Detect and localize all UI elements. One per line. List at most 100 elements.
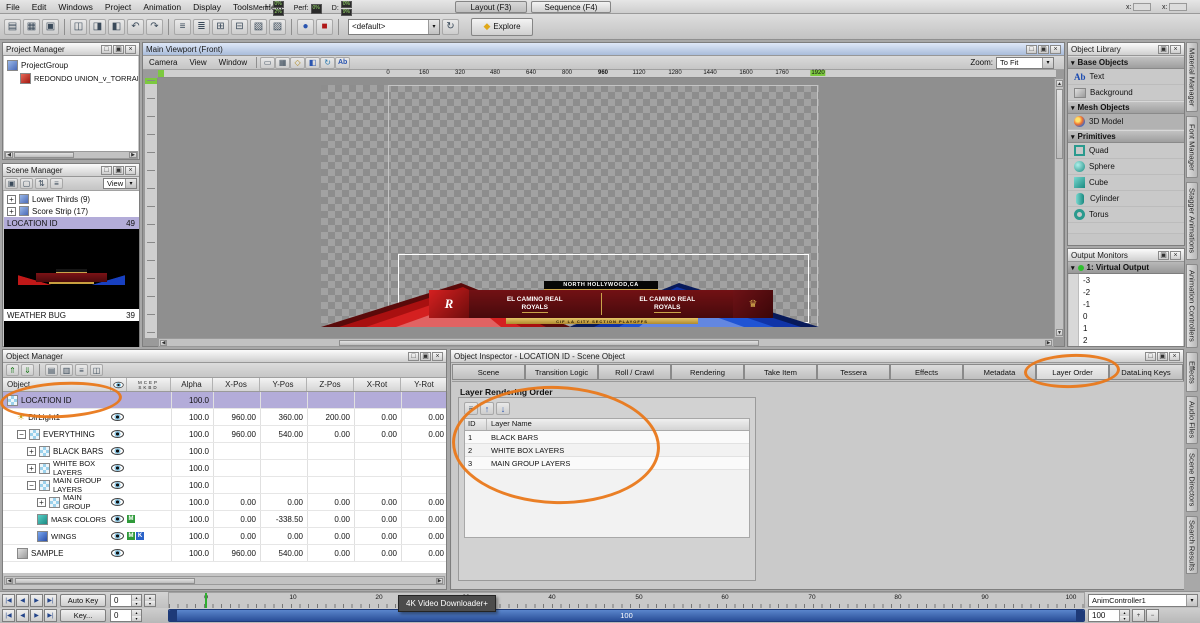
ungroup-icon[interactable]: ⊟: [231, 18, 248, 35]
list-icon[interactable]: ≡: [50, 178, 63, 189]
close-icon[interactable]: [1050, 44, 1061, 54]
tab-layer-order[interactable]: Layer Order: [1036, 364, 1109, 380]
dock-button[interactable]: [1157, 351, 1168, 361]
step-back-button[interactable]: ◀: [16, 594, 29, 607]
column-yrot[interactable]: Y-Rot: [414, 380, 434, 389]
tab-rendering[interactable]: Rendering: [671, 364, 744, 380]
library-item-cylinder[interactable]: Cylinder: [1068, 191, 1184, 207]
menu-file[interactable]: File: [0, 2, 26, 12]
chevron-down-icon[interactable]: [1186, 595, 1197, 606]
tab-transition-logic[interactable]: Transition Logic: [525, 364, 598, 380]
library-item-torus[interactable]: Torus: [1068, 207, 1184, 223]
layer-row[interactable]: 3 MAIN GROUP LAYERS: [465, 457, 749, 470]
step-back-button[interactable]: ◀: [16, 609, 29, 622]
new-group-icon[interactable]: ▣: [5, 178, 18, 189]
visibility-eye-icon[interactable]: [111, 498, 124, 506]
library-item-quad[interactable]: Quad: [1068, 143, 1184, 159]
menu-animation[interactable]: Animation: [137, 2, 187, 12]
visibility-eye-icon[interactable]: [111, 413, 124, 421]
expander-icon[interactable]: [27, 480, 36, 490]
monitor-value[interactable]: 2: [1069, 335, 1183, 346]
viewport-vscrollbar[interactable]: ▲ ▼: [1054, 78, 1064, 338]
align-right-icon[interactable]: ≣: [193, 18, 210, 35]
dock-button[interactable]: [1038, 44, 1049, 54]
column-ypos[interactable]: Y-Pos: [272, 380, 293, 389]
table-row[interactable]: BLACK BARS 100.0: [3, 443, 446, 460]
expander-icon[interactable]: [7, 206, 16, 216]
table-row[interactable]: MASK COLORS M 100.0 0.00 -338.50 0.00 0.…: [3, 511, 446, 528]
float-button[interactable]: [1026, 44, 1037, 54]
refresh-view-icon[interactable]: ↻: [320, 56, 336, 69]
menu-view[interactable]: View: [183, 58, 212, 67]
tab-take-item[interactable]: Take Item: [744, 364, 817, 380]
layer-down-icon[interactable]: ↓: [496, 402, 510, 415]
new-scene-icon[interactable]: ▢: [20, 178, 33, 189]
tab-scene[interactable]: Scene: [452, 364, 525, 380]
anim-controller-dropdown[interactable]: AnimController1: [1088, 594, 1198, 607]
tab-animation-controllers[interactable]: Animation Controllers: [1186, 264, 1198, 348]
expander-icon[interactable]: [37, 497, 46, 507]
view-dropdown[interactable]: View: [103, 178, 137, 189]
monitor-icon[interactable]: ▭: [260, 56, 276, 69]
visibility-eye-icon[interactable]: [111, 464, 124, 472]
timeline-range-scrollbar[interactable]: 100: [168, 609, 1085, 622]
close-icon[interactable]: [1170, 250, 1181, 260]
menu-camera[interactable]: Camera: [143, 58, 183, 67]
table-row[interactable]: LOCATION ID 100.0: [3, 392, 446, 409]
dock-button[interactable]: [113, 44, 124, 54]
safe-area-icon[interactable]: ◧: [305, 56, 321, 69]
close-icon[interactable]: [432, 351, 443, 361]
tab-effects[interactable]: Effects: [1186, 352, 1198, 392]
menu-project[interactable]: Project: [99, 2, 137, 12]
play-button[interactable]: ▶: [30, 609, 43, 622]
move-down-icon[interactable]: ⇓: [21, 364, 34, 376]
table-row[interactable]: WINGS MK 100.0 0.00 0.00 0.00 0.00 0.00: [3, 528, 446, 545]
frame-stepper[interactable]: [144, 594, 156, 607]
tree-item-projectgroup[interactable]: ProjectGroup: [4, 59, 138, 71]
sequence-button[interactable]: Sequence (F4): [531, 1, 611, 13]
layout-button[interactable]: Layout (F3): [455, 1, 527, 13]
scene-thumbnail-weather-bug[interactable]: [4, 321, 139, 347]
spin-down-icon[interactable]: [145, 600, 155, 606]
refresh-icon[interactable]: ↻: [442, 18, 459, 35]
tree-item-project[interactable]: REDONDO UNION_v_TORRAN: [4, 72, 138, 84]
float-button[interactable]: [408, 351, 419, 361]
scene-group-lower-thirds[interactable]: Lower Thirds (9): [4, 193, 139, 205]
distribute-v-icon[interactable]: ▨: [269, 18, 286, 35]
visibility-eye-icon[interactable]: [111, 447, 124, 455]
float-button[interactable]: [1145, 351, 1156, 361]
library-item-3d-model[interactable]: 3D Model: [1068, 114, 1184, 130]
zoom-dropdown[interactable]: To Fit: [996, 56, 1054, 69]
table-row[interactable]: ☀ DirLight1 100.0 960.00 360.00 200.00 0.…: [3, 409, 446, 426]
tab-scene-directors[interactable]: Scene Directors: [1186, 448, 1198, 512]
explore-button[interactable]: ◆ Explore: [471, 17, 533, 36]
go-last-button[interactable]: ▶|: [44, 609, 57, 622]
horizontal-scrollbar[interactable]: ◀ ▶: [4, 576, 445, 585]
visibility-eye-icon[interactable]: [111, 515, 124, 523]
undo-icon[interactable]: ↶: [127, 18, 144, 35]
dock-button[interactable]: [1158, 44, 1169, 54]
expander-icon[interactable]: [27, 463, 36, 473]
tab-search-results[interactable]: Search Results: [1186, 516, 1198, 574]
play-button[interactable]: ▶: [30, 594, 43, 607]
float-button[interactable]: [101, 165, 112, 175]
column-layer-name[interactable]: Layer Name: [487, 419, 532, 430]
library-item-cube[interactable]: Cube: [1068, 175, 1184, 191]
layer-up-icon[interactable]: ↑: [480, 402, 494, 415]
zoom-in-button[interactable]: +: [1132, 609, 1145, 622]
group-icon[interactable]: ⊞: [212, 18, 229, 35]
go-first-button[interactable]: |◀: [2, 594, 15, 607]
chevron-down-icon[interactable]: [428, 19, 439, 34]
table-row[interactable]: SAMPLE 100.0 960.00 540.00 0.00 0.00 0.0…: [3, 545, 446, 562]
monitor-value[interactable]: 0: [1069, 311, 1183, 322]
dock-button[interactable]: [113, 165, 124, 175]
distribute-h-icon[interactable]: ▧: [250, 18, 267, 35]
viewport-canvas-area[interactable]: NORTH HOLLYWOOD,CA R EL CAMINO REAL ROYA…: [158, 78, 1054, 338]
scene-item-location-id[interactable]: LOCATION ID 49: [4, 217, 139, 229]
layer-row[interactable]: 2 WHITE BOX LAYERS: [465, 444, 749, 457]
section-mesh-objects[interactable]: Mesh Objects: [1068, 101, 1184, 114]
tab-roll-crawl[interactable]: Roll / Crawl: [598, 364, 671, 380]
menu-window[interactable]: Window: [213, 58, 253, 67]
monitor-value[interactable]: -3: [1069, 275, 1183, 286]
zoom-out-button[interactable]: −: [1146, 609, 1159, 622]
